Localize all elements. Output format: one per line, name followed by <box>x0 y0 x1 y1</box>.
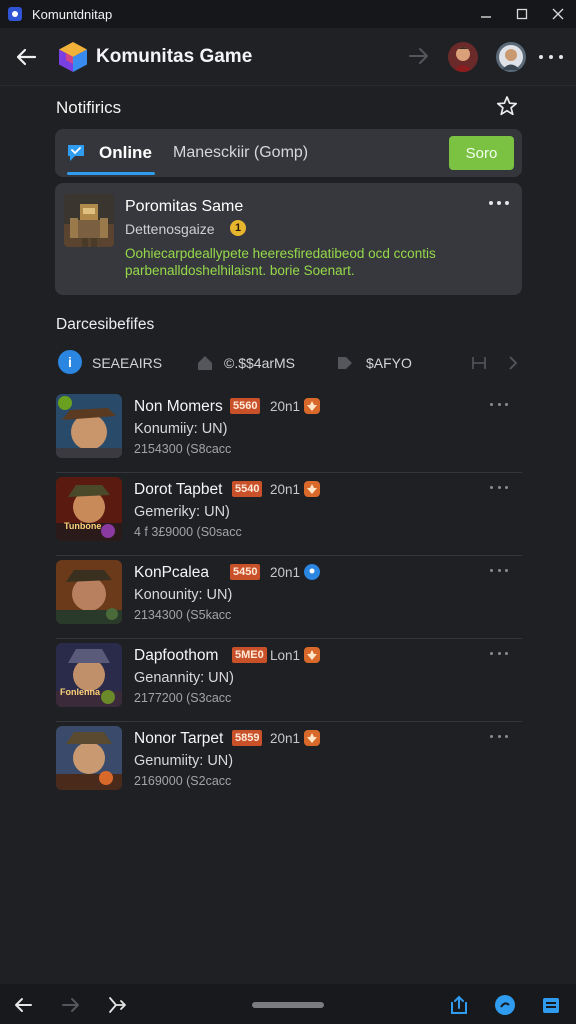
cube-logo-icon <box>56 40 90 74</box>
tab-group[interactable]: Manesckiir (Gomp) <box>173 144 308 162</box>
filter-label-3[interactable]: $AFYO <box>366 355 412 371</box>
app-window-icon <box>8 7 22 21</box>
coin-icon: 1 <box>230 220 246 236</box>
maximize-icon[interactable] <box>504 0 540 28</box>
more-horizontal-icon[interactable] <box>490 486 508 490</box>
list-item[interactable]: Fonlenna Dapfoothom 5ME0 Lon1 Genannity:… <box>56 639 522 722</box>
game-community: Gemeriky: UN) <box>134 504 230 520</box>
game-list: Non Momers 5560 20n1 Konumiiy: UN) 21543… <box>56 390 522 805</box>
game-meta: Lon1 <box>270 648 301 663</box>
game-stats: 2169000 (S2cacc <box>134 774 232 788</box>
rank-icon <box>304 398 320 414</box>
game-meta: 20n1 <box>270 399 301 414</box>
game-thumbnail: Fonlenna <box>56 643 122 707</box>
game-thumbnail <box>56 726 122 790</box>
filter-bar: i SEAEAIRS ©.$$4arMS $AFYO <box>56 348 526 378</box>
more-horizontal-icon[interactable] <box>489 201 509 209</box>
chat-bubble-icon <box>64 141 88 165</box>
featured-title: Poromitas Same <box>125 198 244 215</box>
info-icon[interactable]: i <box>58 350 82 374</box>
section-title-discover: Darcesibefifes <box>56 316 155 333</box>
status-badge: 5560 <box>230 398 261 414</box>
game-thumbnail: Tunbone <box>56 477 122 541</box>
status-badge: 5450 <box>230 564 261 580</box>
rank-icon <box>304 647 320 663</box>
avatar[interactable] <box>448 42 478 72</box>
upload-icon[interactable] <box>448 994 470 1016</box>
close-icon[interactable] <box>540 0 576 28</box>
list-item[interactable]: Tunbone Dorot Tapbet 5540 20n1 Gemeriky:… <box>56 473 522 556</box>
game-meta: 20n1 <box>270 482 301 497</box>
game-stats: 2154300 (S8cacc <box>134 442 232 456</box>
tab-bar: Online Manesckiir (Gomp) Soro <box>55 129 522 177</box>
game-community: Genumiity: UN) <box>134 753 234 769</box>
home-indicator[interactable] <box>252 1002 324 1008</box>
active-tab-indicator <box>67 172 155 175</box>
arrow-left-icon[interactable] <box>14 45 38 69</box>
status-badge: 5540 <box>232 481 263 497</box>
chevron-right-icon[interactable] <box>504 354 522 372</box>
more-horizontal-icon[interactable] <box>490 569 508 573</box>
bottom-nav <box>0 984 576 1024</box>
app-header: Komunitas Game <box>0 28 576 86</box>
game-meta: 20n1 <box>270 565 301 580</box>
list-item[interactable]: KonPcalea 5450 20n1 Konounity: UN) 21343… <box>56 556 522 639</box>
arrow-right-icon[interactable] <box>408 45 430 67</box>
game-community: Konumiiy: UN) <box>134 421 228 437</box>
rank-icon <box>304 481 320 497</box>
game-icon-label: Tunbone <box>64 521 102 531</box>
featured-game-thumbnail <box>64 194 114 247</box>
minimize-icon[interactable] <box>468 0 504 28</box>
chat-icon[interactable] <box>494 994 516 1016</box>
more-horizontal-icon[interactable] <box>539 47 563 67</box>
window-title: Komuntdnitap <box>32 6 113 22</box>
more-horizontal-icon[interactable] <box>490 403 508 407</box>
action-button[interactable]: Soro <box>449 136 514 170</box>
game-name: KonPcalea <box>134 564 209 581</box>
game-name: Nonor Tarpet <box>134 730 224 747</box>
more-horizontal-icon[interactable] <box>490 652 508 656</box>
share-icon[interactable] <box>106 994 128 1016</box>
more-horizontal-icon[interactable] <box>490 735 508 739</box>
game-thumbnail <box>56 394 122 458</box>
home-icon[interactable] <box>196 354 214 372</box>
rank-icon <box>304 730 320 746</box>
game-community: Konounity: UN) <box>134 587 233 603</box>
featured-subtitle: Dettenosgaize <box>125 221 215 237</box>
window-titlebar: Komuntdnitap <box>0 0 576 28</box>
game-community: Genannity: UN) <box>134 670 234 686</box>
game-stats: 2177200 (S3cacc <box>134 691 232 705</box>
game-stats: 2134300 (S5kacc <box>134 608 232 622</box>
featured-description: Oohiecarpdeallypete heeresfiredatibeod o… <box>125 246 436 278</box>
game-meta: 20n1 <box>270 731 301 746</box>
game-name: Non Momers <box>134 398 223 415</box>
game-stats: 4 f 3£9000 (S0sacc <box>134 525 242 539</box>
bracket-icon[interactable] <box>470 354 488 372</box>
avatar[interactable] <box>496 42 526 72</box>
arrow-right-icon[interactable] <box>60 994 82 1016</box>
section-title-notifications: Notifirics <box>56 98 122 117</box>
list-item[interactable]: Non Momers 5560 20n1 Konumiiy: UN) 21543… <box>56 390 522 473</box>
game-icon-label: Fonlenna <box>60 687 100 697</box>
inbox-icon[interactable] <box>540 994 562 1016</box>
featured-card[interactable]: Poromitas Same Dettenosgaize 1 Oohiecarp… <box>55 183 522 295</box>
star-outline-icon[interactable] <box>496 95 518 117</box>
list-item[interactable]: Nonor Tarpet 5859 20n1 Genumiity: UN) 21… <box>56 722 522 805</box>
game-name: Dapfoothom <box>134 647 219 664</box>
tag-icon[interactable] <box>336 354 354 372</box>
game-name: Dorot Tapbet <box>134 481 223 498</box>
game-thumbnail <box>56 560 122 624</box>
filter-label-1[interactable]: SEAEAIRS <box>92 355 162 371</box>
tab-online[interactable]: Online <box>99 143 152 163</box>
arrow-left-icon[interactable] <box>12 994 34 1016</box>
status-badge: 5ME0 <box>232 647 267 663</box>
location-pin-icon <box>304 564 320 580</box>
status-badge: 5859 <box>232 730 263 746</box>
filter-label-2[interactable]: ©.$$4arMS <box>224 355 295 371</box>
app-title: Komunitas Game <box>96 45 253 67</box>
